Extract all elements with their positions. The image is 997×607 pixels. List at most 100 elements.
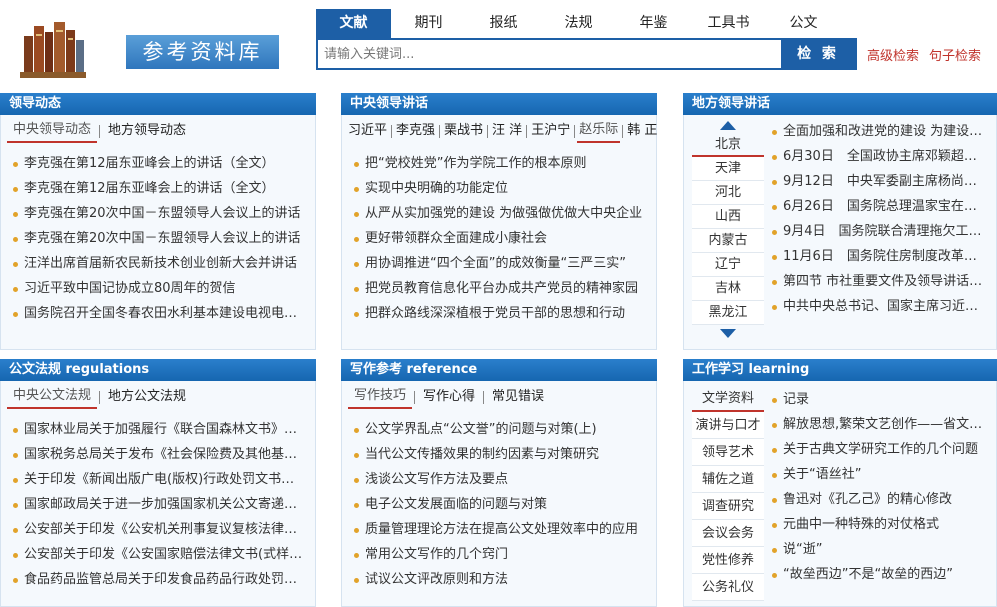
list-item[interactable]: 国家税务总局关于发布《社会保险费及其他基金征收管理办法》 [11, 442, 307, 467]
list-item[interactable]: 用协调推进“四个全面”的成效衡量“三严三实” [352, 251, 648, 276]
list-item[interactable]: 把“党校姓党”作为学院工作的根本原则 [352, 151, 648, 176]
list-item[interactable]: 解放思想,繁荣文艺创作——省文联第五次代表大会 [770, 412, 988, 437]
list-item[interactable]: 更好带领群众全面建成小康社会 [352, 226, 648, 251]
tab-reference-books[interactable]: 工具书 [691, 9, 766, 38]
list-item[interactable]: 公安部关于印发《公安机关刑事复议复核法律文书式样》 [11, 517, 307, 542]
category-research[interactable]: 调查研究 [692, 493, 764, 520]
list-item[interactable]: 关于古典文学研究工作的几个问题 [770, 437, 988, 462]
category-literature[interactable]: 文学资料 [692, 385, 764, 412]
list-item[interactable]: 把党员教育信息化平台办成共产党员的精神家园 [352, 276, 648, 301]
list-item[interactable]: 试议公文评改原则和方法 [352, 567, 648, 592]
subtab-leader-7[interactable]: 韩 正 [625, 120, 659, 142]
list-item[interactable]: 食品药品监管总局关于印发食品药品行政处罚文书规范 [11, 567, 307, 592]
list-item[interactable]: 常用公文写作的几个窍门 [352, 542, 648, 567]
list-item[interactable]: 11月6日 国务院住房制度改革领导小组 [770, 244, 988, 269]
tab-regulations[interactable]: 法规 [541, 9, 616, 38]
list-item[interactable]: 汪洋出席首届新农民新技术创业创新大会并讲话 [11, 251, 307, 276]
region-jilin[interactable]: 吉林 [692, 277, 764, 301]
divider [99, 390, 101, 404]
region-shanxi[interactable]: 山西 [692, 205, 764, 229]
list-item[interactable]: 中共中央总书记、国家主席习近平在会上讲话 [770, 294, 988, 319]
writing-panel-title: 写作参考 reference [341, 359, 657, 381]
tab-yearbooks[interactable]: 年鉴 [616, 9, 691, 38]
subtab-local-regulations[interactable]: 地方公文法规 [102, 386, 192, 408]
region-inner-mongolia[interactable]: 内蒙古 [692, 229, 764, 253]
list-item[interactable]: 李克强在第20次中国－东盟领导人会议上的讲话 [11, 201, 307, 226]
subtab-central-regulations[interactable]: 中央公文法规 [7, 385, 98, 409]
learning-category-menu: 文学资料 演讲与口才 领导艺术 辅佐之道 调查研究 会议会务 党性修养 公务礼仪 [692, 385, 764, 601]
list-item[interactable]: 把群众路线深深植根于党员干部的思想和行动 [352, 301, 648, 326]
region-liaoning[interactable]: 辽宁 [692, 253, 764, 277]
central-speech-panel-title: 中央领导讲话 [341, 93, 657, 115]
subtab-common-errors[interactable]: 常见错误 [486, 386, 550, 408]
list-item[interactable]: “故垒西边”不是“故垒的西边” [770, 562, 988, 587]
list-item[interactable]: 公安部关于印发《公安国家赔偿法律文书(式样)》的通知 [11, 542, 307, 567]
list-item[interactable]: 李克强在第12届东亚峰会上的讲话（全文） [11, 151, 307, 176]
list-item[interactable]: 鲁迅对《孔乙己》的精心修改 [770, 487, 988, 512]
scroll-up-arrow-icon[interactable] [720, 121, 736, 130]
subtab-writing-experience[interactable]: 写作心得 [417, 386, 481, 408]
category-party-cultivation[interactable]: 党性修养 [692, 547, 764, 574]
learning-panel-title: 工作学习 learning [683, 359, 997, 381]
list-item[interactable]: 国务院召开全国冬春农田水利基本建设电视电话会议 [11, 301, 307, 326]
list-item[interactable]: 关于印发《新闻出版广电(版权)行政处罚文书格式范本》 [11, 467, 307, 492]
tab-journals[interactable]: 期刊 [391, 9, 466, 38]
list-item[interactable]: 国家邮政局关于进一步加强国家机关公文寄递工作的通知 [11, 492, 307, 517]
list-item[interactable]: 第四节 市社重要文件及领导讲话摘编 [770, 269, 988, 294]
subtab-leader-3[interactable]: 栗战书 [442, 120, 485, 142]
tab-newspapers[interactable]: 报纸 [466, 9, 541, 38]
list-item[interactable]: 习近平致中国记协成立80周年的贺信 [11, 276, 307, 301]
local-speech-panel: 地方领导讲话 北京 天津 河北 山西 内蒙古 辽宁 吉林 黑龙江 全面加强和改进… [683, 93, 997, 350]
list-item[interactable]: 从严从实加强党的建设 为做强做优做大中央企业 [352, 201, 648, 226]
category-assisting[interactable]: 辅佐之道 [692, 466, 764, 493]
tab-literature[interactable]: 文献 [316, 9, 391, 38]
list-item[interactable]: 当代公文传播效果的制约因素与对策研究 [352, 442, 648, 467]
scroll-down-arrow-icon[interactable] [720, 329, 736, 338]
sentence-search-link[interactable]: 句子检索 [929, 45, 981, 64]
search-button[interactable]: 检 索 [781, 40, 855, 68]
region-beijing[interactable]: 北京 [692, 133, 764, 157]
list-item[interactable]: 记录 [770, 387, 988, 412]
regulations-list: 国家林业局关于加强履行《联合国森林文书》的通知 国家税务总局关于发布《社会保险费… [11, 417, 307, 592]
list-item[interactable]: 9月12日 中央军委副主席杨尚昆在会上讲话 [770, 169, 988, 194]
site-logo-text: 参考资料库 [126, 35, 279, 69]
region-heilongjiang[interactable]: 黑龙江 [692, 301, 764, 325]
list-item[interactable]: 质量管理理论方法在提高公文处理效率中的应用 [352, 517, 648, 542]
category-leadership[interactable]: 领导艺术 [692, 439, 764, 466]
subtab-leader-2[interactable]: 李克强 [394, 120, 437, 142]
list-item[interactable]: 说“逝” [770, 537, 988, 562]
category-speech[interactable]: 演讲与口才 [692, 412, 764, 439]
list-item[interactable]: 国家林业局关于加强履行《联合国森林文书》的通知 [11, 417, 307, 442]
subtab-writing-skills[interactable]: 写作技巧 [348, 385, 413, 409]
list-item[interactable]: 浅谈公文写作方法及要点 [352, 467, 648, 492]
tab-official-documents[interactable]: 公文 [766, 9, 841, 38]
list-item[interactable]: 9月4日 国务院联合清理拖欠工程款 [770, 219, 988, 244]
category-etiquette[interactable]: 公务礼仪 [692, 574, 764, 601]
list-item[interactable]: 实现中央明确的功能定位 [352, 176, 648, 201]
list-item[interactable]: 电子公文发展面临的问题与对策 [352, 492, 648, 517]
central-speech-list: 把“党校姓党”作为学院工作的根本原则 实现中央明确的功能定位 从严从实加强党的建… [352, 151, 648, 326]
region-tianjin[interactable]: 天津 [692, 157, 764, 181]
list-item[interactable]: 6月30日 全国政协主席邓颖超在会上讲话 [770, 144, 988, 169]
subtab-leader-4[interactable]: 汪 洋 [490, 120, 524, 142]
list-item[interactable]: 公文学界乱点“公文誉”的问题与对策(上) [352, 417, 648, 442]
learning-panel: 工作学习 learning 文学资料 演讲与口才 领导艺术 辅佐之道 调查研究 … [683, 359, 997, 607]
list-item[interactable]: 关于“语丝社” [770, 462, 988, 487]
list-item[interactable]: 全面加强和改进党的建设 为建设国际一流和谐宜居之都 [770, 119, 988, 144]
subtab-central-leaders[interactable]: 中央领导动态 [7, 119, 98, 143]
search-input[interactable] [318, 40, 781, 68]
advanced-search-link[interactable]: 高级检索 [867, 45, 919, 64]
subtab-leader-6[interactable]: 赵乐际 [577, 119, 621, 143]
leaders-panel-title: 领导动态 [0, 93, 316, 115]
subtab-local-leaders[interactable]: 地方领导动态 [102, 120, 192, 142]
divider [414, 390, 416, 404]
list-item[interactable]: 李克强在第12届东亚峰会上的讲话（全文） [11, 176, 307, 201]
category-meetings[interactable]: 会议会务 [692, 520, 764, 547]
list-item[interactable]: 元曲中一种特殊的对仗格式 [770, 512, 988, 537]
list-item[interactable]: 李克强在第20次中国－东盟领导人会议上的讲话 [11, 226, 307, 251]
subtab-leader-5[interactable]: 王沪宁 [529, 120, 572, 142]
leaders-news-list: 李克强在第12届东亚峰会上的讲话（全文） 李克强在第12届东亚峰会上的讲话（全文… [11, 151, 307, 326]
subtab-leader-1[interactable]: 习近平 [346, 120, 389, 142]
list-item[interactable]: 6月26日 国务院总理温家宝在第十届全国人大 [770, 194, 988, 219]
region-hebei[interactable]: 河北 [692, 181, 764, 205]
